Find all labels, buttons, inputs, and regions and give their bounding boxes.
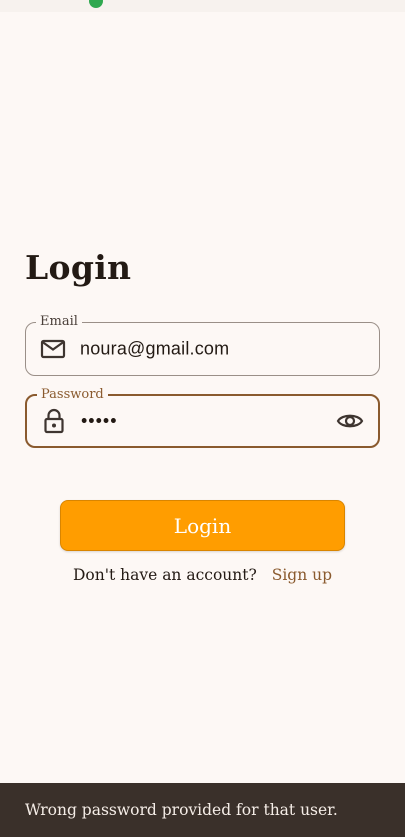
signup-link[interactable]: Sign up	[272, 566, 332, 584]
password-field-label: Password	[37, 387, 108, 403]
mail-icon	[40, 336, 66, 362]
email-field-value[interactable]: noura@gmail.com	[80, 339, 229, 360]
signup-row: Don't have an account? Sign up	[0, 566, 405, 584]
eye-icon[interactable]	[336, 407, 364, 435]
page-title: Login	[25, 248, 132, 287]
signup-prompt: Don't have an account?	[72, 566, 257, 584]
error-snackbar: Wrong password provided for that user.	[0, 783, 405, 837]
password-field-value[interactable]: •••••	[81, 411, 118, 432]
snackbar-message: Wrong password provided for that user.	[25, 801, 338, 819]
lock-icon	[41, 408, 67, 434]
password-field[interactable]: Password •••••	[25, 387, 380, 448]
login-button[interactable]: Login	[60, 500, 345, 551]
status-bar	[0, 0, 405, 12]
email-field[interactable]: Email noura@gmail.com	[25, 314, 380, 376]
email-field-label: Email	[36, 314, 82, 330]
